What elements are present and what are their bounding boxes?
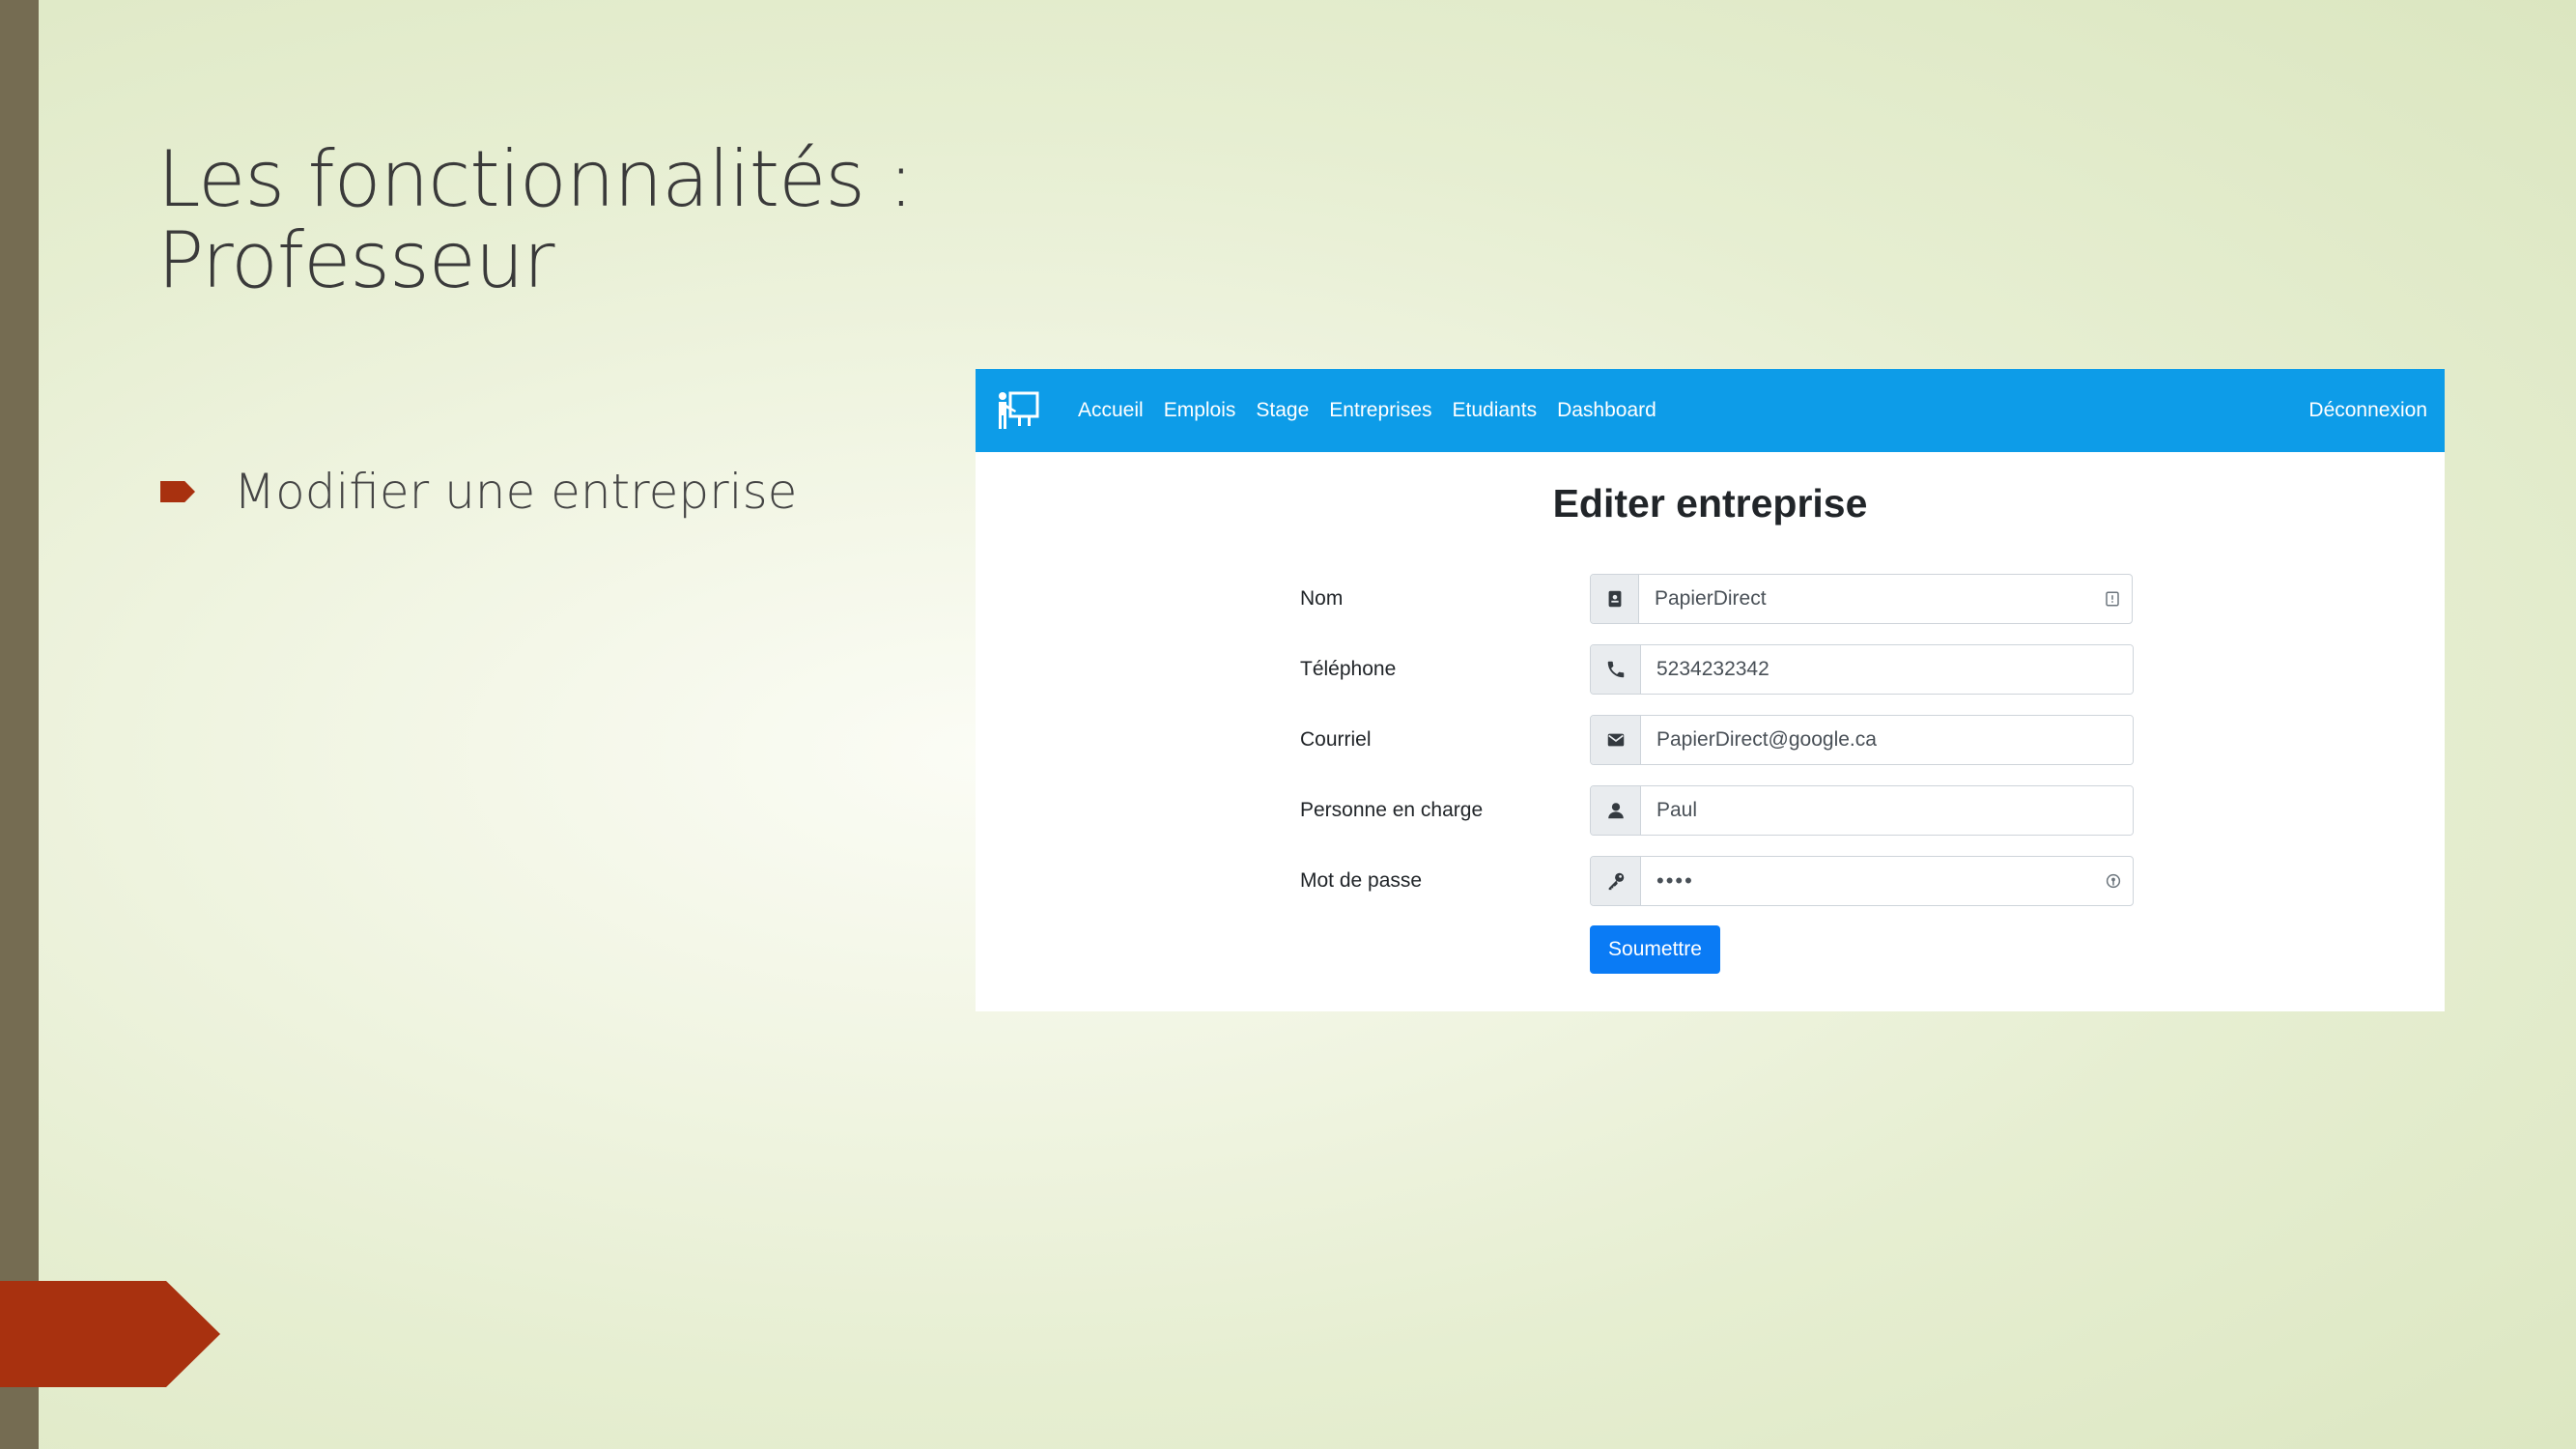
courriel-input-group: PapierDirect@google.ca [1590, 715, 2134, 765]
field-label-nom: Nom [1300, 587, 1344, 610]
teacher-board-icon[interactable] [995, 387, 1041, 434]
slide-title-line2: Professeur [157, 215, 554, 305]
field-row-password: Mot de passe •••• [1300, 856, 2142, 906]
personne-input[interactable]: Paul [1641, 786, 2133, 835]
nav-stage[interactable]: Stage [1256, 399, 1309, 422]
field-row-courriel: Courriel PapierDirect@google.ca [1300, 715, 2142, 765]
field-label-telephone: Téléphone [1300, 658, 1397, 680]
slide-bullet: Modifier une entreprise [160, 464, 797, 520]
courriel-input[interactable]: PapierDirect@google.ca [1641, 716, 2133, 764]
nav-etudiants[interactable]: Etudiants [1453, 399, 1538, 422]
password-input-group: •••• [1590, 856, 2134, 906]
field-row-telephone: Téléphone 5234232342 [1300, 644, 2142, 695]
telephone-input-group: 5234232342 [1590, 644, 2134, 695]
field-label-password: Mot de passe [1300, 869, 1423, 892]
bullet-text: Modifier une entreprise [234, 464, 798, 520]
user-icon [1591, 786, 1641, 835]
app-screenshot: Accueil Emplois Stage Entreprises Etudia… [976, 369, 2445, 1011]
password-manager-icon[interactable] [2094, 857, 2133, 905]
envelope-icon [1591, 716, 1641, 764]
nom-input-group: PapierDirect [1590, 574, 2133, 624]
bullet-arrow-icon [160, 481, 195, 502]
nav-accueil[interactable]: Accueil [1078, 399, 1144, 422]
field-row-nom: Nom PapierDirect [1300, 574, 2142, 624]
id-card-icon [1591, 575, 1639, 623]
form-title: Editer entreprise [1552, 481, 1868, 526]
nav-dashboard[interactable]: Dashboard [1557, 399, 1656, 422]
field-row-personne: Personne en charge Paul [1300, 785, 2142, 836]
phone-icon [1591, 645, 1641, 694]
slide-title: Les fonctionnalités : Professeur [157, 139, 1123, 301]
submit-button[interactable]: Soumettre [1590, 925, 1720, 974]
slide-title-line1: Les fonctionnalités : [157, 134, 914, 224]
navbar: Accueil Emplois Stage Entreprises Etudia… [976, 369, 2445, 452]
nav-entreprises[interactable]: Entreprises [1329, 399, 1431, 422]
logout-link[interactable]: Déconnexion [2308, 369, 2427, 452]
slide-arrow-decoration [0, 1281, 220, 1387]
telephone-input[interactable]: 5234232342 [1641, 645, 2133, 694]
field-label-personne: Personne en charge [1300, 799, 1484, 821]
personne-input-group: Paul [1590, 785, 2134, 836]
nav-emplois[interactable]: Emplois [1164, 399, 1236, 422]
password-input[interactable]: •••• [1641, 857, 2094, 905]
slide-left-bar [0, 0, 39, 1449]
autofill-icon[interactable] [2093, 575, 2132, 623]
nom-input[interactable]: PapierDirect [1639, 575, 2093, 623]
key-icon [1591, 857, 1641, 905]
field-label-courriel: Courriel [1300, 728, 1372, 751]
